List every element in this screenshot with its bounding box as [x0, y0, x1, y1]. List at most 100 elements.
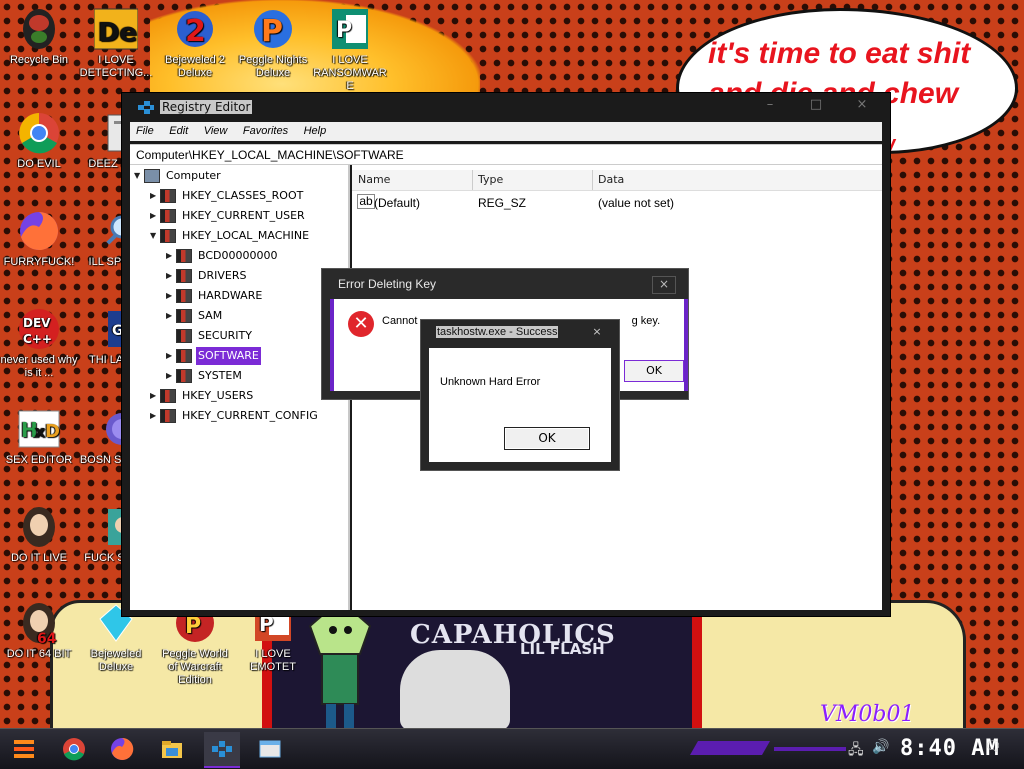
collapse-arrow-icon[interactable]: ▼ — [150, 227, 160, 245]
desktop-icon-do-evil[interactable]: DO EVIL — [0, 110, 78, 171]
expand-arrow-icon[interactable]: ▶ — [150, 407, 160, 425]
column-header-type[interactable]: Type — [478, 173, 503, 186]
desktop-icon-detecting[interactable]: De I LOVE DETECTING... — [77, 6, 155, 80]
folder-icon — [160, 209, 176, 223]
list-header: Name Type Data — [352, 170, 882, 191]
chrome-icon — [16, 110, 62, 156]
tree-item-software[interactable]: ▶ SOFTWARE — [166, 347, 261, 365]
tree-item-computer[interactable]: ▼ Computer — [134, 167, 223, 185]
expand-arrow-icon[interactable]: ▶ — [166, 347, 176, 365]
menu-edit[interactable]: Edit — [163, 122, 194, 137]
close-icon[interactable]: × — [589, 325, 605, 339]
wallpaper-figure — [400, 650, 510, 730]
desktop-icon-sex-editor[interactable]: HxD SEX EDITOR — [0, 406, 78, 467]
tree-item-hardware[interactable]: ▶ HARDWARE — [166, 287, 264, 305]
maximize-button[interactable]: □ — [798, 97, 834, 117]
tree-item-hkcu[interactable]: ▶ HKEY_CURRENT_USER — [150, 207, 307, 225]
column-header-name[interactable]: Name — [358, 173, 390, 186]
folder-icon — [160, 189, 176, 203]
column-header-data[interactable]: Data — [598, 173, 624, 186]
desktop-icon-bejeweled-2[interactable]: 2 Bejeweled 2 Deluxe — [156, 6, 234, 80]
folder-icon — [160, 229, 176, 243]
svg-text:D: D — [45, 421, 60, 442]
firefox-icon — [16, 208, 62, 254]
expand-arrow-icon[interactable]: ▶ — [166, 307, 176, 325]
address-bar[interactable]: Computer\HKEY_LOCAL_MACHINE\SOFTWARE — [130, 144, 882, 165]
tree-item-sam[interactable]: ▶ SAM — [166, 307, 224, 325]
address-path: Computer\HKEY_LOCAL_MACHINE\SOFTWARE — [136, 148, 404, 162]
menu-view[interactable]: View — [198, 122, 234, 137]
column-divider[interactable] — [472, 170, 473, 190]
folder-icon — [176, 289, 192, 303]
expand-arrow-icon[interactable]: ▶ — [166, 367, 176, 385]
title-bar[interactable]: Registry Editor – □ × — [122, 93, 890, 121]
detect-it-easy-icon: De — [93, 6, 139, 52]
expand-arrow-icon[interactable]: ▶ — [150, 187, 160, 205]
menu-help[interactable]: Help — [298, 122, 333, 137]
registry-editor-icon — [138, 101, 154, 118]
svg-text:P: P — [261, 14, 283, 49]
expand-arrow-icon[interactable]: ▶ — [166, 247, 176, 265]
column-divider[interactable] — [592, 170, 593, 190]
taskbar-firefox[interactable] — [104, 732, 140, 766]
taskbar-decoration — [774, 747, 846, 751]
wallpaper-poster-subtitle: LIL FLASH — [520, 640, 605, 658]
dialog-body: Unknown Hard Error OK — [429, 348, 611, 462]
notification-icon[interactable]: 🗨 — [984, 739, 1002, 755]
tree-item-hkcr[interactable]: ▶ HKEY_CLASSES_ROOT — [150, 187, 305, 205]
wallpaper-cartoon-character — [308, 598, 372, 728]
folder-icon — [176, 369, 192, 383]
ok-button[interactable]: OK — [504, 427, 590, 450]
network-icon[interactable]: 🖧 — [848, 739, 864, 763]
minimize-button[interactable]: – — [752, 97, 788, 117]
tree-item-bcd[interactable]: ▶ BCD00000000 — [166, 247, 280, 265]
ok-button[interactable]: OK — [624, 360, 684, 382]
firefox-icon — [111, 737, 134, 760]
menu-file[interactable]: File — [130, 122, 160, 137]
desktop-icon-peggle-nights[interactable]: P Peggle Nights Deluxe — [234, 6, 312, 80]
tree-item-drivers[interactable]: ▶ DRIVERS — [166, 267, 248, 285]
dev-cpp-icon: DEV C++ — [16, 306, 62, 352]
value-data: (value not set) — [598, 196, 675, 210]
desktop-icon-devcpp[interactable]: DEV C++ never used why is it ... — [0, 306, 78, 380]
folder-icon — [160, 409, 176, 423]
taskbar-chrome[interactable] — [56, 732, 92, 766]
close-button[interactable]: × — [844, 97, 880, 117]
tree-item-hkcc[interactable]: ▶ HKEY_CURRENT_CONFIG — [150, 407, 320, 425]
svg-text:C++: C++ — [23, 332, 52, 346]
bejeweled-2-icon: 2 — [172, 6, 218, 52]
taskhostw-dialog: taskhostw.exe - Success × Unknown Hard E… — [420, 319, 620, 471]
expand-arrow-icon[interactable]: ▶ — [166, 287, 176, 305]
menu-bar: File Edit View Favorites Help — [130, 122, 882, 141]
taskbar-file-explorer[interactable] — [154, 732, 190, 766]
value-type: REG_SZ — [478, 196, 527, 210]
tree-item-security[interactable]: SECURITY — [166, 327, 254, 345]
volume-icon[interactable]: 🔊 — [872, 739, 889, 755]
desktop-icon-ransomware[interactable]: P I LOVE RANSOMWARE — [311, 6, 389, 93]
expand-arrow-icon[interactable]: ▶ — [166, 267, 176, 285]
desktop-icon-do-it-64-bit[interactable]: 64 DO IT 64 BIT — [0, 600, 78, 661]
taskbar-registry-editor[interactable] — [204, 732, 240, 768]
tree-item-hklm[interactable]: ▼ HKEY_LOCAL_MACHINE — [150, 227, 311, 245]
taskbar-decoration — [690, 741, 770, 755]
desktop-icon-do-it-live[interactable]: DO IT LIVE — [0, 504, 78, 565]
expand-arrow-icon[interactable]: ▶ — [150, 387, 160, 405]
svg-text:64: 64 — [37, 631, 57, 645]
expand-arrow-icon[interactable]: ▶ — [150, 207, 160, 225]
tree-item-system[interactable]: ▶ SYSTEM — [166, 367, 244, 385]
start-button[interactable] — [6, 732, 42, 766]
svg-text:DEV: DEV — [23, 316, 51, 330]
tree-item-hku[interactable]: ▶ HKEY_USERS — [150, 387, 255, 405]
folder-icon — [176, 309, 192, 323]
menu-favorites[interactable]: Favorites — [237, 122, 294, 137]
desktop-icon-recycle-bin[interactable]: Recycle Bin — [0, 6, 78, 67]
desktop-icon-furryfuck[interactable]: FURRYFUCK! — [0, 208, 78, 269]
computer-icon — [144, 169, 160, 183]
taskbar-window[interactable] — [252, 732, 288, 766]
collapse-arrow-icon[interactable]: ▼ — [134, 167, 144, 185]
svg-text:2: 2 — [185, 14, 206, 49]
folder-icon — [176, 349, 192, 363]
peggle-nights-icon: P — [250, 6, 296, 52]
close-icon[interactable]: × — [652, 276, 676, 294]
chrome-icon — [63, 738, 85, 761]
